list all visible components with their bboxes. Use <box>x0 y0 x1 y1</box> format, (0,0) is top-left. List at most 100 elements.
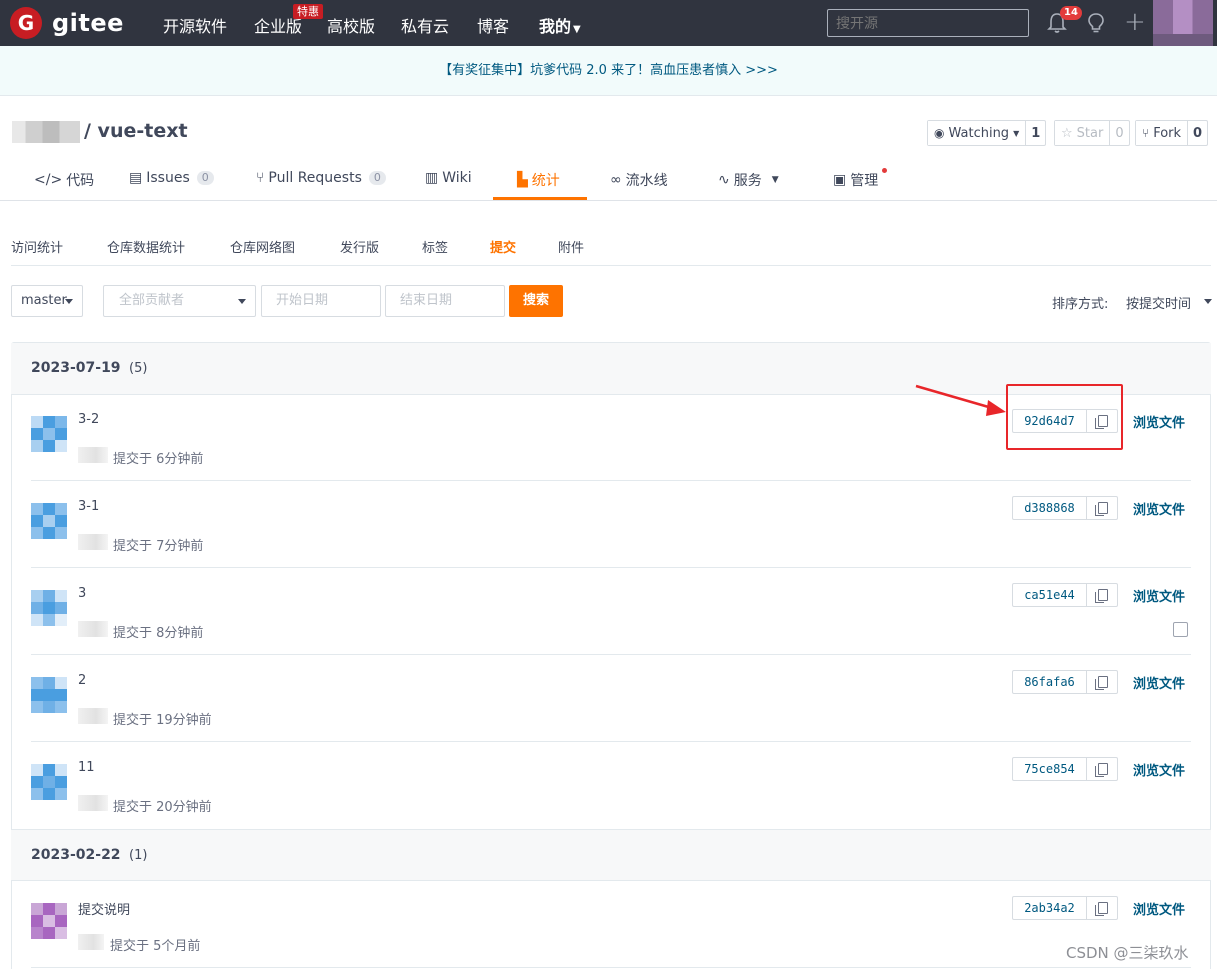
branch-select[interactable]: master <box>11 285 83 317</box>
enterprise-promo-badge: 特惠 <box>293 4 323 19</box>
author-name-redacted[interactable] <box>78 708 108 724</box>
repo-owner-redacted[interactable] <box>12 121 80 143</box>
end-date-input[interactable]: 结束日期 <box>385 285 505 317</box>
copy-icon[interactable] <box>1087 897 1117 919</box>
pulse-icon: ∿ <box>718 172 730 188</box>
commit-message[interactable]: 11 <box>78 760 95 775</box>
nav-university[interactable]: 高校版 <box>327 13 375 37</box>
commit-sha[interactable]: ca51e44 <box>1013 584 1087 606</box>
browse-files-link[interactable]: 浏览文件 <box>1133 673 1185 692</box>
watching-button[interactable]: ◉ Watching ▼ 1 <box>927 120 1047 146</box>
commit-row: 3 提交于 8分钟前 ca51e44 浏览文件 <box>31 568 1191 655</box>
star-label: Star <box>1076 125 1104 141</box>
author-avatar[interactable] <box>31 903 67 939</box>
commit-sha-box: 2ab34a2 <box>1012 896 1118 920</box>
commit-sha[interactable]: 75ce854 <box>1013 758 1087 780</box>
subnav-tags[interactable]: 标签 <box>422 237 448 256</box>
commit-sha[interactable]: 86fafa6 <box>1013 671 1087 693</box>
browse-files-link[interactable]: 浏览文件 <box>1133 899 1185 918</box>
browse-files-link[interactable]: 浏览文件 <box>1133 412 1185 431</box>
author-name-redacted[interactable] <box>78 621 108 637</box>
author-avatar[interactable] <box>31 764 67 800</box>
tab-wiki[interactable]: ▥ Wiki <box>425 170 472 186</box>
commit-sha-box: 75ce854 <box>1012 757 1118 781</box>
subnav-repo-data[interactable]: 仓库数据统计 <box>107 237 185 256</box>
tab-issues[interactable]: ▤ Issues 0 <box>129 170 214 186</box>
commit-group-header: 2023-02-22 (1) <box>11 829 1211 881</box>
copy-icon[interactable] <box>1087 671 1117 693</box>
subnav-releases[interactable]: 发行版 <box>340 237 379 256</box>
subnav-visits[interactable]: 访问统计 <box>11 237 63 256</box>
commit-message[interactable]: 3 <box>78 586 86 601</box>
browse-files-link[interactable]: 浏览文件 <box>1133 760 1185 779</box>
commit-message[interactable]: 2 <box>78 673 86 688</box>
tab-pipeline[interactable]: ∞ 流水线 <box>610 170 668 190</box>
commit-message[interactable]: 3-1 <box>78 499 99 514</box>
tab-management-label: 管理 <box>850 173 879 189</box>
fork-label: Fork <box>1153 125 1182 141</box>
commit-sha-box: ca51e44 <box>1012 583 1118 607</box>
copy-icon[interactable] <box>1087 497 1117 519</box>
issues-count: 0 <box>196 171 214 185</box>
tab-issues-label: Issues <box>146 170 190 186</box>
author-avatar[interactable] <box>31 590 67 626</box>
gitee-logo[interactable]: G gitee <box>10 7 124 39</box>
code-icon: </> <box>34 172 63 188</box>
announcement-banner[interactable]: 【有奖征集中】坑爹代码 2.0 来了！高血压患者慎入 >>> <box>0 46 1217 96</box>
group-date: 2023-02-22 <box>31 847 121 863</box>
plus-icon[interactable]: + <box>1124 8 1146 36</box>
author-name-redacted[interactable] <box>78 795 108 811</box>
star-icon: ☆ <box>1061 125 1073 141</box>
pipeline-icon: ∞ <box>610 172 622 188</box>
subnav-network[interactable]: 仓库网络图 <box>230 237 295 256</box>
notification-count-badge: 14 <box>1060 6 1082 20</box>
copy-icon[interactable] <box>1087 758 1117 780</box>
repo-name[interactable]: / vue-text <box>84 120 188 142</box>
tab-code[interactable]: </> 代码 <box>34 170 94 190</box>
commit-row: 11 提交于 20分钟前 75ce854 浏览文件 <box>31 742 1191 829</box>
tab-pull-requests[interactable]: ⑂ Pull Requests 0 <box>256 170 386 186</box>
nav-private-cloud[interactable]: 私有云 <box>401 13 449 37</box>
commit-sha[interactable]: 2ab34a2 <box>1013 897 1087 919</box>
author-name-redacted[interactable] <box>78 447 108 463</box>
star-button[interactable]: ☆ Star 0 <box>1054 120 1130 146</box>
subnav-commits[interactable]: 提交 <box>490 237 516 256</box>
tab-statistics[interactable]: ▙ 统计 <box>517 170 560 190</box>
copy-icon[interactable] <box>1087 584 1117 606</box>
nav-open-source[interactable]: 开源软件 <box>163 13 227 37</box>
tab-services[interactable]: ∿ 服务 ▼ <box>718 170 779 190</box>
commit-time: 提交于 20分钟前 <box>113 800 212 815</box>
commit-sha-box: 86fafa6 <box>1012 670 1118 694</box>
fork-button[interactable]: ⑂ Fork 0 <box>1135 120 1209 146</box>
author-name-redacted[interactable] <box>78 934 104 950</box>
user-avatar[interactable] <box>1153 0 1213 46</box>
contributor-select[interactable]: 全部贡献者 <box>103 285 256 317</box>
tab-management[interactable]: ▣ 管理 <box>833 170 878 190</box>
search-button[interactable]: 搜索 <box>509 285 563 317</box>
nav-blog[interactable]: 博客 <box>477 13 509 37</box>
subnav-attachments[interactable]: 附件 <box>558 237 584 256</box>
author-name-redacted[interactable] <box>78 534 108 550</box>
author-avatar[interactable] <box>31 503 67 539</box>
sort-select[interactable]: 按提交时间 <box>1126 293 1191 312</box>
star-count[interactable]: 0 <box>1110 121 1128 145</box>
start-date-input[interactable]: 开始日期 <box>261 285 381 317</box>
author-avatar[interactable] <box>31 677 67 713</box>
commit-select-checkbox[interactable] <box>1173 622 1188 637</box>
watching-count[interactable]: 1 <box>1026 121 1045 145</box>
nav-mine[interactable]: 我的 ▼ <box>539 13 581 37</box>
commit-message[interactable]: 3-2 <box>78 412 99 427</box>
chevron-down-icon: ▼ <box>1013 128 1020 138</box>
issue-icon: ▤ <box>129 170 143 186</box>
commit-sha[interactable]: d388868 <box>1013 497 1087 519</box>
browse-files-link[interactable]: 浏览文件 <box>1133 586 1185 605</box>
search-input[interactable] <box>827 9 1029 37</box>
lightbulb-icon[interactable] <box>1086 12 1106 34</box>
author-avatar[interactable] <box>31 416 67 452</box>
fork-count[interactable]: 0 <box>1188 121 1207 145</box>
browse-files-link[interactable]: 浏览文件 <box>1133 499 1185 518</box>
commit-message[interactable]: 提交说明 <box>78 899 130 918</box>
pull-requests-count: 0 <box>368 171 386 185</box>
commit-time: 提交于 5个月前 <box>110 939 201 954</box>
chevron-down-icon[interactable] <box>1204 299 1212 304</box>
